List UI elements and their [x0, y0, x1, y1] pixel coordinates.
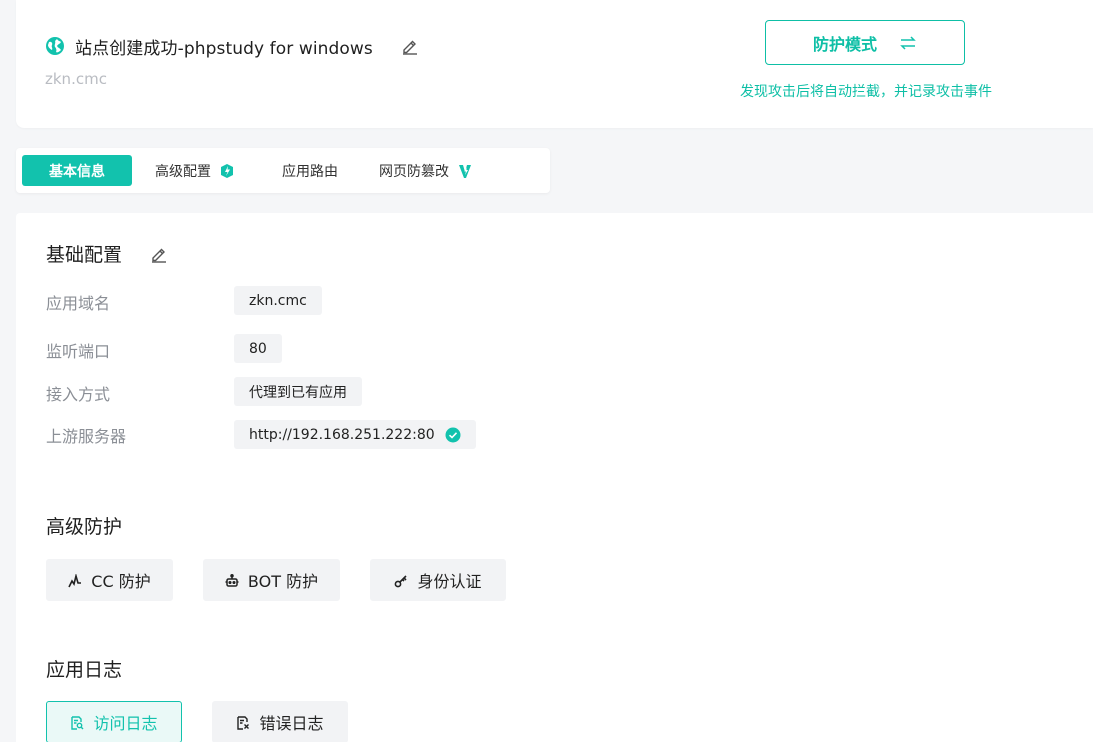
protection-mode-label: 防护模式	[812, 34, 877, 54]
robot-icon	[225, 573, 239, 587]
site-header-card: 站点创建成功-phpstudy for windows zkn.cmc 防护模式…	[16, 0, 1093, 128]
globe-icon	[45, 36, 65, 56]
site-title-row: 站点创建成功-phpstudy for windows	[45, 34, 419, 59]
identity-auth-label: 身份认证	[417, 572, 482, 591]
bot-protection-button[interactable]: BOT 防护	[203, 559, 340, 601]
key-icon	[394, 573, 408, 588]
cc-protection-label: CC 防护	[91, 572, 151, 591]
error-log-icon	[236, 715, 250, 730]
port-label: 监听端口	[46, 342, 111, 361]
access-mode-value: 代理到已有应用	[234, 377, 362, 406]
access-log-label: 访问日志	[93, 714, 158, 733]
site-domain: zkn.cmc	[45, 70, 107, 88]
tab-app-routes-label: 应用路由	[282, 163, 338, 180]
access-log-icon	[70, 715, 84, 730]
swap-icon	[899, 34, 917, 52]
site-config-card: 基础配置 应用域名 zkn.cmc 监听端口 80 接入方式 代理到已有应用 上…	[16, 213, 1093, 742]
pro-badge-icon	[219, 163, 235, 179]
pulse-icon	[68, 572, 82, 588]
check-circle-icon	[445, 427, 461, 443]
domain-value-text: zkn.cmc	[249, 292, 307, 309]
error-log-label: 错误日志	[259, 714, 324, 733]
access-mode-label: 接入方式	[46, 385, 111, 404]
site-detail-page: 站点创建成功-phpstudy for windows zkn.cmc 防护模式…	[0, 0, 1093, 742]
cc-protection-button[interactable]: CC 防护	[46, 559, 173, 601]
basic-config-title: 基础配置	[46, 244, 123, 266]
protection-mode-description: 发现攻击后将自动拦截，并记录攻击事件	[740, 84, 992, 100]
app-logs-title: 应用日志	[46, 659, 123, 681]
bot-protection-label: BOT 防护	[247, 572, 319, 591]
pro-badge-icon	[457, 163, 473, 179]
tab-app-routes[interactable]: 应用路由	[258, 155, 362, 186]
identity-auth-button[interactable]: 身份认证	[370, 559, 506, 601]
edit-basic-config-icon[interactable]	[150, 245, 168, 263]
access-log-button[interactable]: 访问日志	[46, 701, 182, 742]
upstream-label: 上游服务器	[46, 427, 127, 446]
domain-label: 应用域名	[46, 294, 111, 313]
protection-mode-button[interactable]: 防护模式	[765, 20, 965, 65]
advanced-protection-title: 高级防护	[46, 516, 123, 538]
tab-advanced-config-label: 高级配置	[155, 163, 211, 180]
tab-basic-info-label: 基本信息	[49, 163, 105, 180]
detail-tabs: 基本信息 高级配置 应用路由 网页防篡改	[16, 148, 550, 193]
port-value: 80	[234, 334, 282, 363]
domain-value: zkn.cmc	[234, 286, 322, 315]
tab-basic-info[interactable]: 基本信息	[22, 155, 132, 186]
basic-config-heading: 基础配置	[46, 240, 168, 267]
site-title: 站点创建成功-phpstudy for windows	[75, 38, 373, 59]
access-mode-value-text: 代理到已有应用	[249, 384, 347, 401]
tab-anti-tamper-label: 网页防篡改	[379, 163, 449, 180]
port-value-text: 80	[249, 340, 267, 357]
tab-anti-tamper[interactable]: 网页防篡改	[362, 155, 490, 186]
tab-advanced-config[interactable]: 高级配置	[132, 155, 258, 186]
edit-title-icon[interactable]	[401, 37, 419, 55]
upstream-value: http://192.168.251.222:80	[234, 420, 476, 449]
error-log-button[interactable]: 错误日志	[212, 701, 348, 742]
upstream-value-text: http://192.168.251.222:80	[249, 426, 435, 443]
